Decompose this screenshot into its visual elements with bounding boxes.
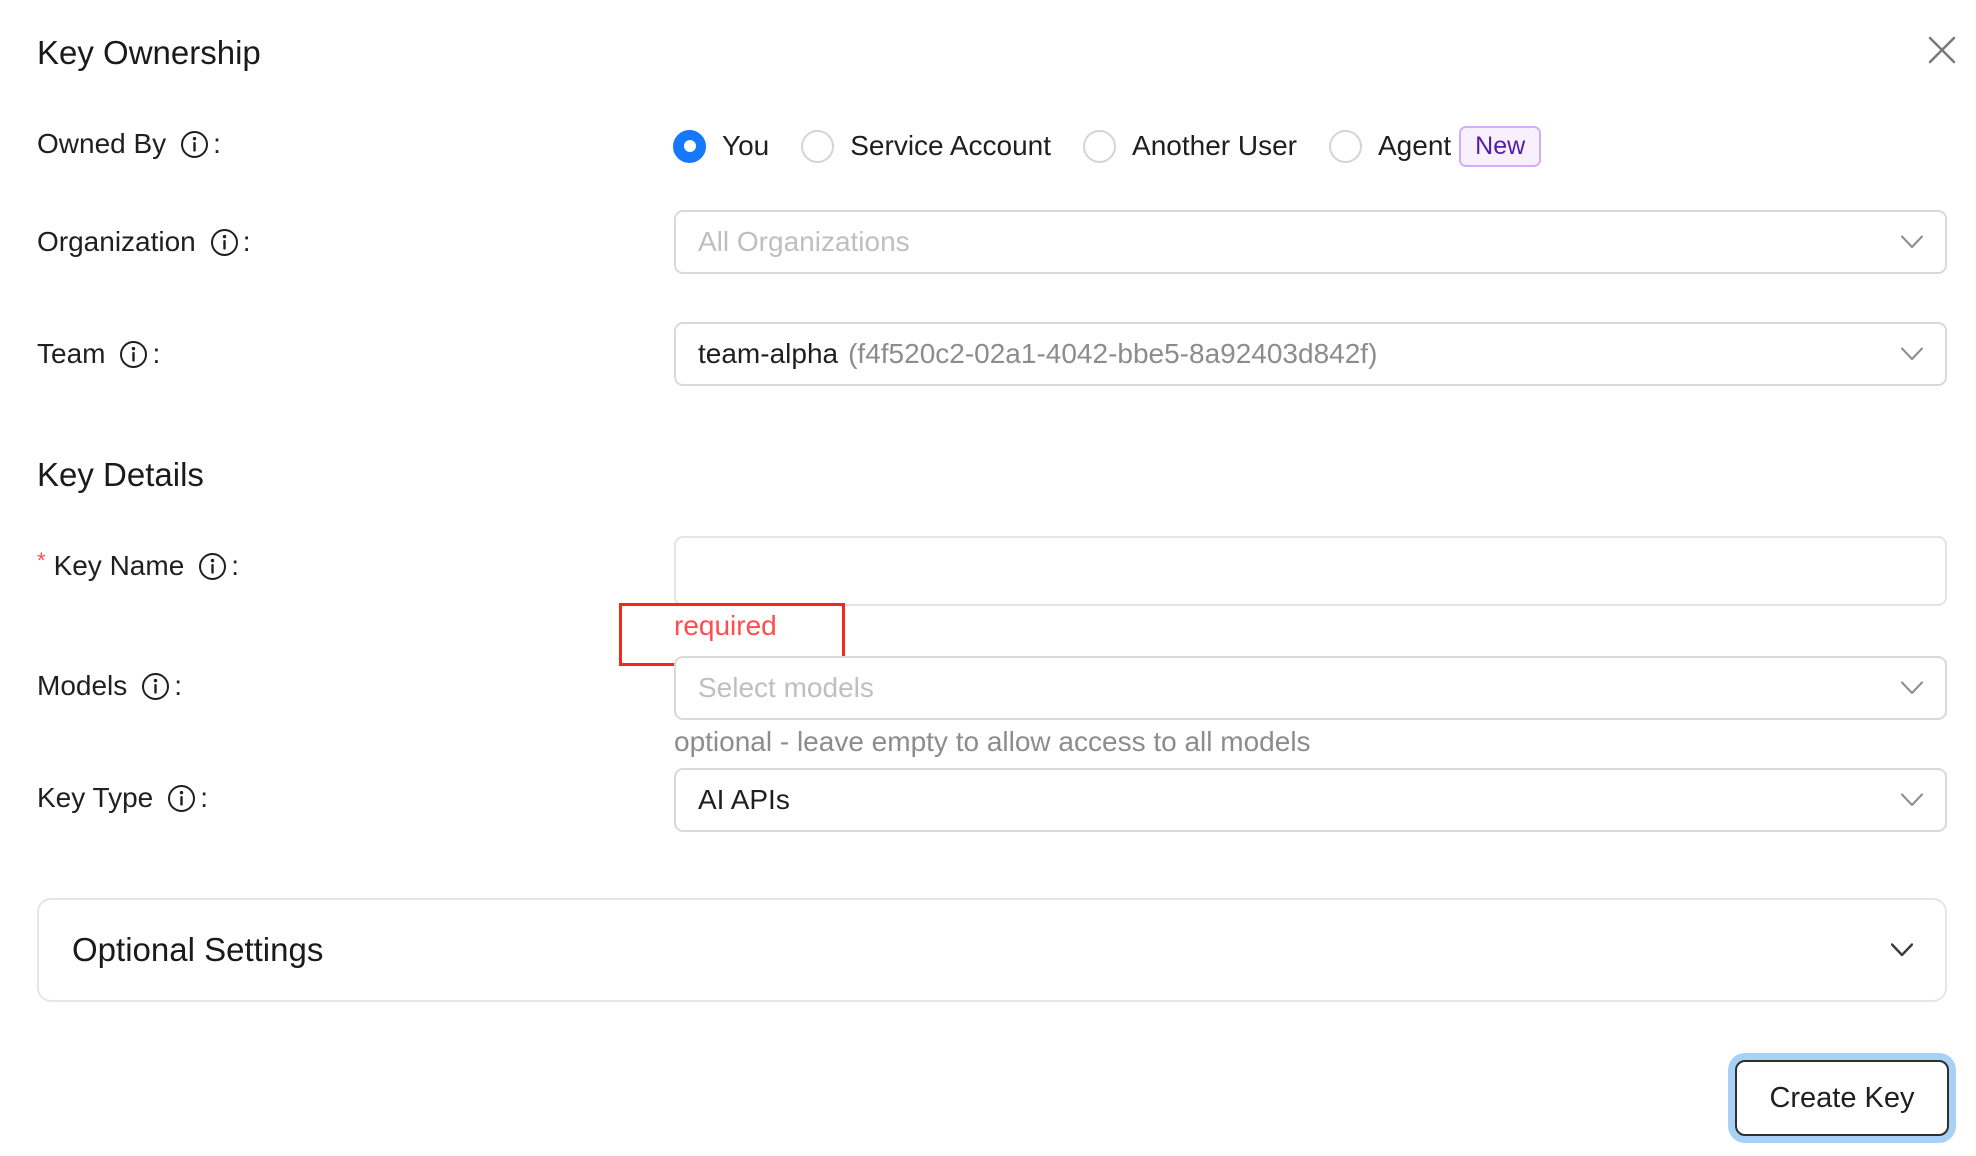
radio-agent-circle[interactable] [1329,129,1362,163]
team-id: (f4f520c2-02a1-4042-bbe5-8a92403d842f) [848,338,1378,369]
radio-you[interactable]: You [673,129,770,163]
radio-you-circle[interactable] [673,129,706,163]
key-ownership-title: Key Ownership [37,34,261,71]
key-type-select[interactable]: AI APIs [674,768,1947,832]
owned-by-label-text: Owned By [37,128,167,159]
info-icon[interactable] [167,784,196,813]
radio-another-user-circle[interactable] [1083,129,1117,163]
organization-label-text: Organization [37,226,196,257]
info-icon[interactable] [198,552,227,581]
radio-service-account-circle[interactable] [801,129,835,163]
new-badge: New [1459,125,1542,167]
team-label: Team : [37,334,160,374]
radio-you-label: You [722,130,770,161]
radio-agent-label: Agent [1378,130,1452,161]
key-type-value: AI APIs [698,784,790,815]
key-name-input[interactable] [674,536,1947,606]
label-colon: : [231,550,240,581]
label-colon: : [242,226,251,257]
label-colon: : [213,128,221,159]
radio-service-account-label: Service Account [850,130,1052,161]
label-colon: : [174,670,183,701]
label-colon: : [152,338,161,369]
models-label: Models : [37,666,182,706]
info-icon[interactable] [141,672,170,701]
key-type-label-text: Key Type [37,782,154,813]
organization-label: Organization : [37,222,251,262]
required-mark: * [37,548,46,573]
key-name-label-text: Key Name [53,550,185,581]
create-key-button[interactable]: Create Key [1735,1060,1949,1136]
models-label-text: Models [37,670,128,701]
owned-by-label: Owned By : [37,124,221,164]
chevron-down-icon [1901,681,1923,695]
key-type-label: Key Type : [37,778,208,818]
chevron-down-icon [1901,793,1923,807]
radio-agent[interactable]: Agent New [1329,125,1542,167]
team-select-value: team-alpha (f4f520c2-02a1-4042-bbe5-8a924… [698,338,1901,370]
chevron-down-icon [1901,235,1923,249]
radio-service-account[interactable]: Service Account [801,129,1052,163]
chevron-down-icon [1901,347,1923,361]
models-select[interactable]: Select models [674,656,1947,720]
key-name-label: * Key Name : [37,546,239,586]
info-icon[interactable] [119,340,148,369]
optional-settings-panel[interactable]: Optional Settings [37,898,1947,1002]
chevron-down-icon [1891,943,1913,957]
info-icon[interactable] [210,228,239,257]
organization-placeholder: All Organizations [698,226,910,257]
radio-another-user[interactable]: Another User [1083,129,1297,163]
radio-another-user-label: Another User [1132,130,1297,161]
info-icon[interactable] [180,130,209,159]
owned-by-radio-group: You Service Account Another User Agent N… [673,122,1573,170]
models-help-text: optional - leave empty to allow access t… [674,726,1311,757]
close-icon [1928,36,1956,64]
team-select[interactable]: team-alpha (f4f520c2-02a1-4042-bbe5-8a924… [674,322,1947,386]
close-button[interactable] [1920,28,1964,72]
team-name: team-alpha [698,338,839,369]
optional-settings-title: Optional Settings [72,931,324,968]
team-label-text: Team [37,338,106,369]
create-key-modal: Key Ownership Owned By : You Service Acc… [0,0,1976,1156]
key-details-title: Key Details [37,456,204,493]
models-placeholder: Select models [698,672,874,703]
organization-select[interactable]: All Organizations [674,210,1947,274]
label-colon: : [200,782,209,813]
